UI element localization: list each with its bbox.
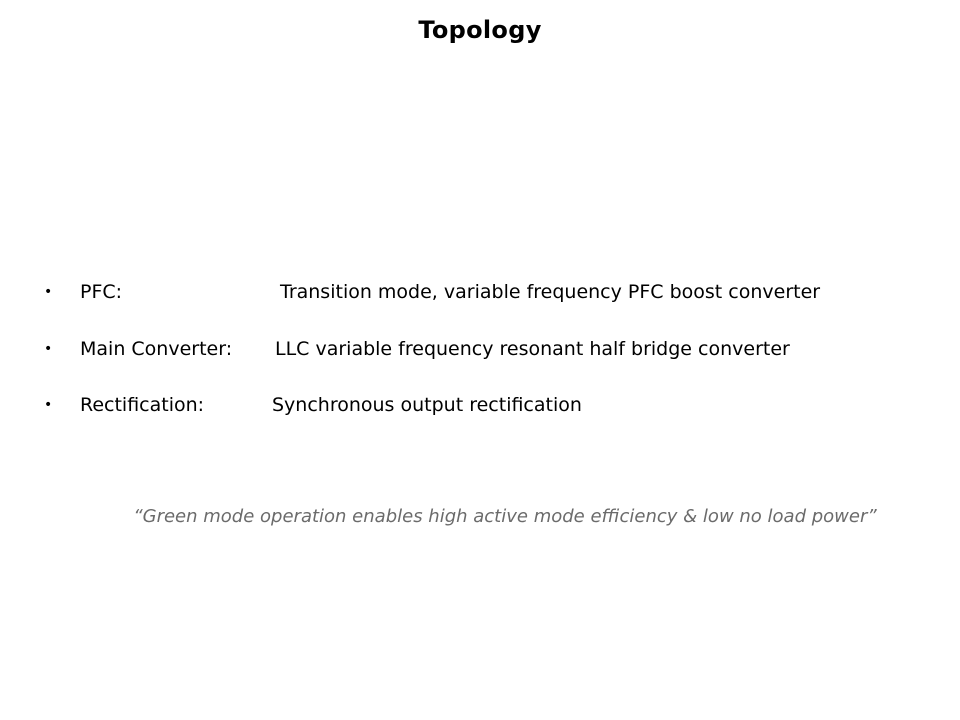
bullet-label: PFC:	[80, 281, 123, 303]
bullet-marker: •	[44, 397, 53, 413]
bullet-label: Rectification:	[80, 394, 205, 416]
slide-title: Topology	[418, 16, 542, 44]
bullet-marker: •	[44, 284, 53, 300]
bullet-label: Main Converter:	[80, 338, 233, 360]
bullet-description: Transition mode, variable frequency PFC …	[280, 281, 821, 303]
bullet-marker: •	[44, 341, 53, 357]
bullet-description: LLC variable frequency resonant half bri…	[275, 338, 790, 360]
quote-text: “Green mode operation enables high activ…	[133, 506, 877, 527]
bullet-description: Synchronous output rectification	[272, 394, 582, 416]
